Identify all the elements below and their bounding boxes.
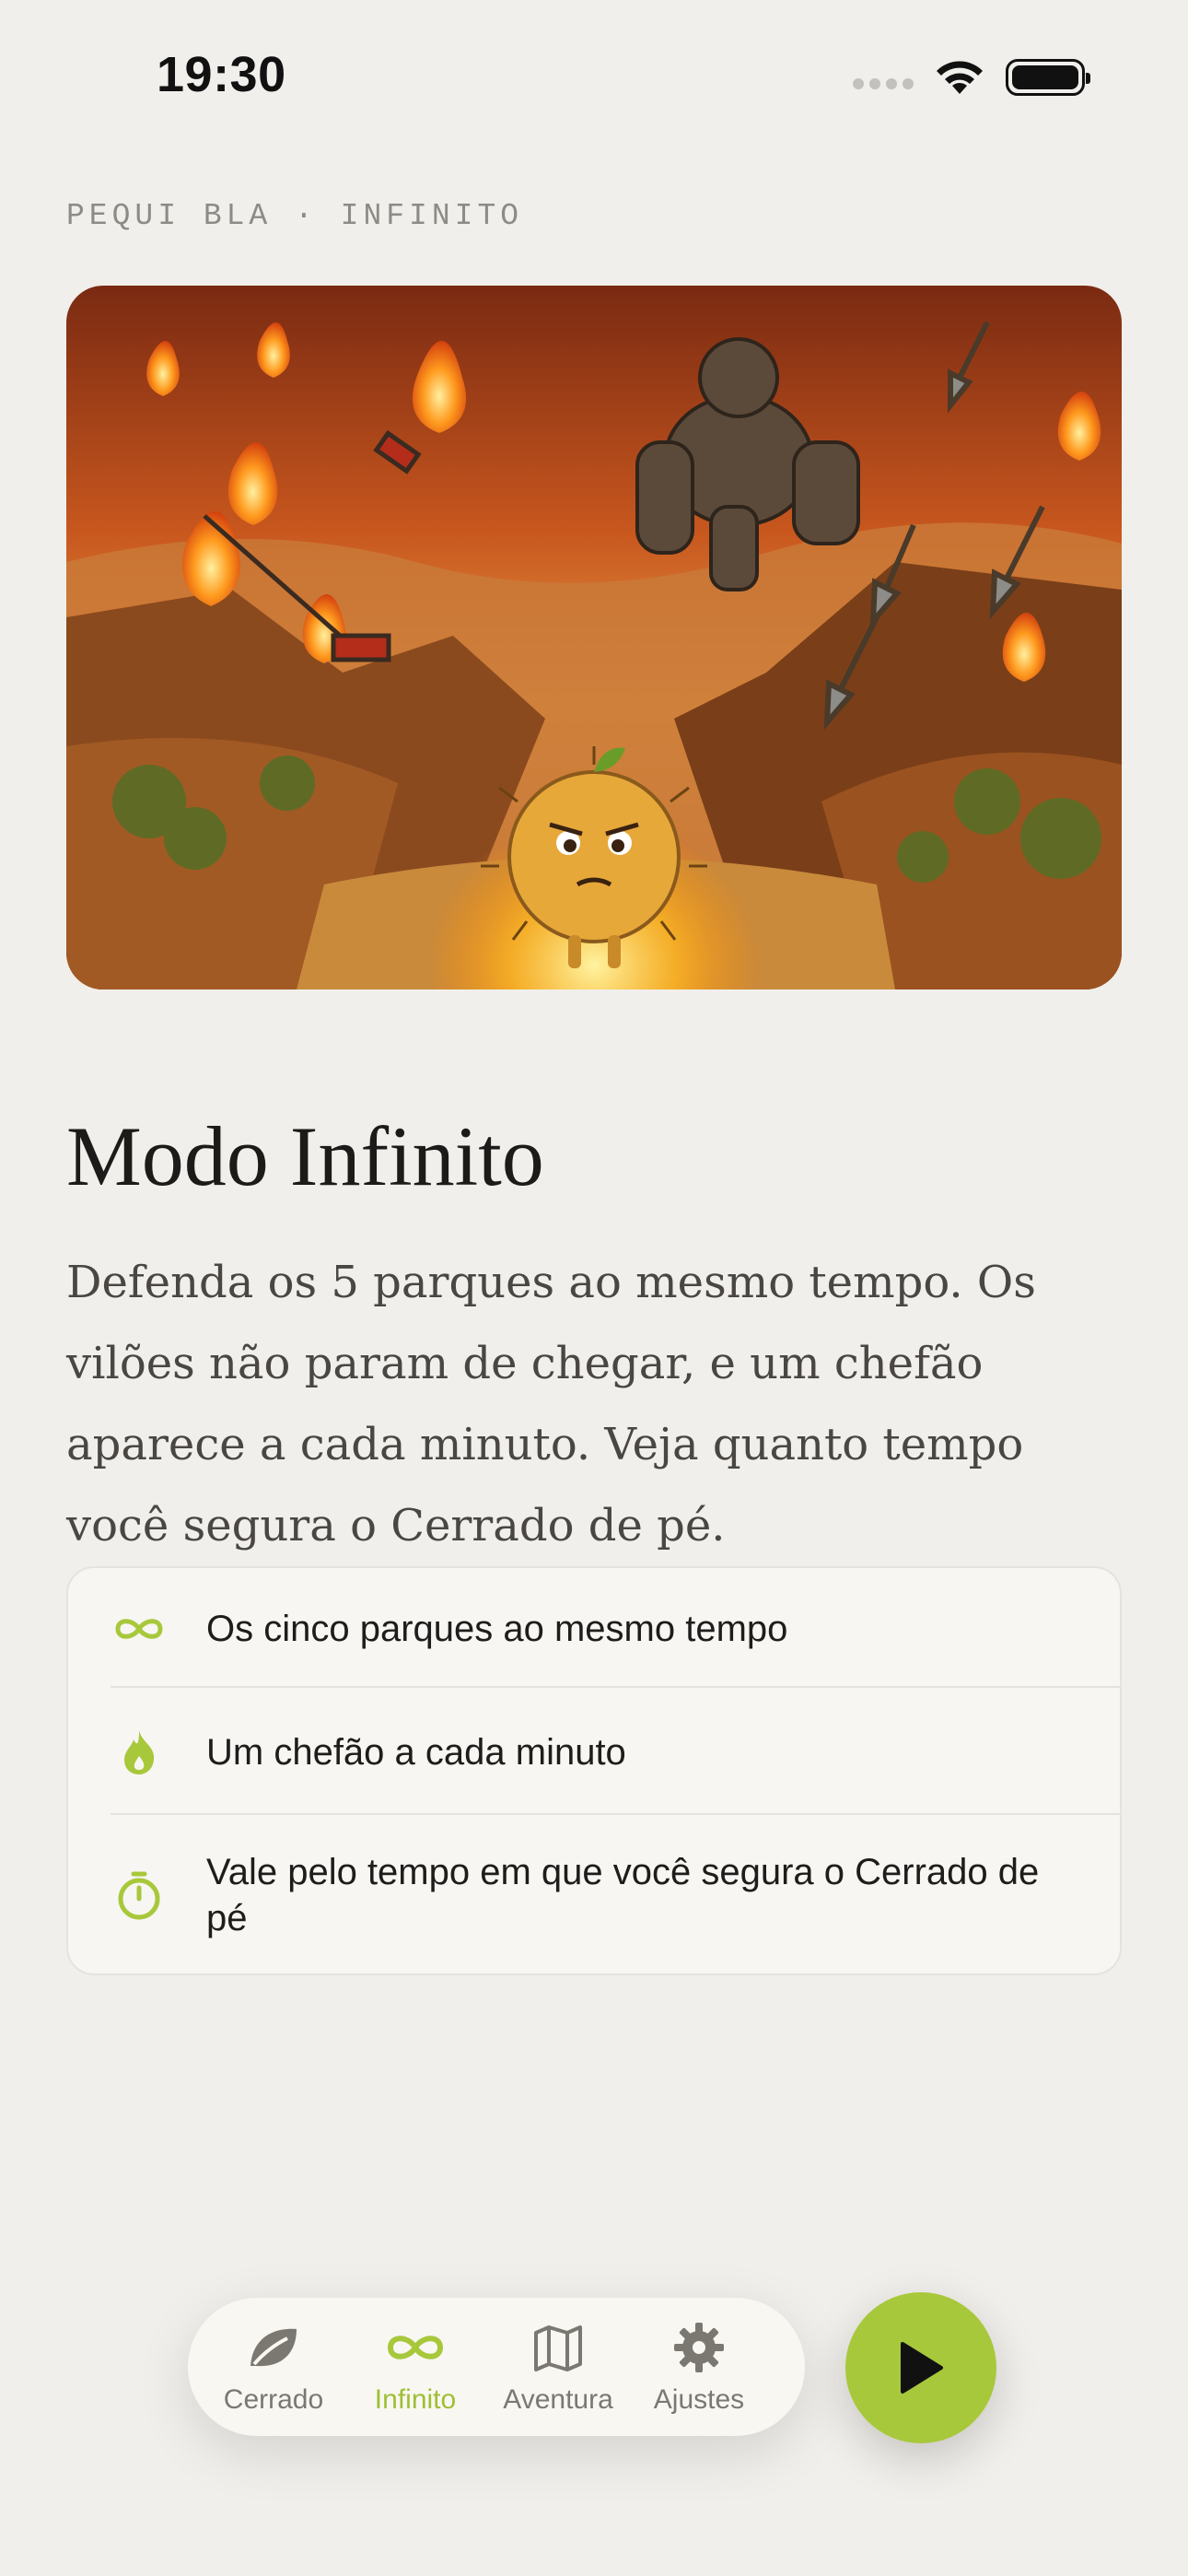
- tab-infinito[interactable]: Infinito: [346, 2318, 484, 2416]
- tab-label: Aventura: [503, 2384, 613, 2415]
- infinity-icon: [109, 1598, 169, 1659]
- tab-ajustes[interactable]: Ajustes: [630, 2318, 768, 2416]
- feature-text: Vale pelo tempo em que você segura o Cer…: [206, 1852, 1040, 1938]
- wifi-icon: [937, 61, 983, 94]
- feature-item: Vale pelo tempo em que você segura o Cer…: [68, 1844, 1120, 1946]
- tab-label: Infinito: [374, 2384, 457, 2415]
- infinity-icon: [346, 2318, 484, 2377]
- mode-description: Defenda os 5 parques ao mesmo tempo. Os …: [66, 1257, 1036, 1551]
- feature-text: Os cinco parques ao mesmo tempo: [206, 1609, 788, 1649]
- tab-label: Cerrado: [223, 2384, 324, 2415]
- leaf-icon: [204, 2318, 343, 2377]
- feature-text: Um chefão a cada minuto: [206, 1732, 626, 1773]
- gear-icon: [630, 2318, 768, 2377]
- status-time: 19:30: [157, 47, 286, 102]
- page-title: Modo Infinito: [66, 1108, 544, 1203]
- feature-item: Os cinco parques ao mesmo tempo: [68, 1592, 1120, 1666]
- tab-label: Ajustes: [653, 2384, 745, 2415]
- section-eyebrow: PEQUI BLA · INFINITO: [66, 199, 524, 233]
- hero-illustration: [66, 286, 1122, 989]
- map-icon: [489, 2318, 627, 2377]
- play-icon: [901, 2342, 943, 2394]
- cellular-signal-icon: [853, 78, 914, 89]
- status-icons: [853, 57, 1090, 98]
- battery-icon: [1006, 59, 1090, 96]
- bottom-tab-bar: Cerrado Infinito Aventura Ajustes: [188, 2298, 805, 2436]
- feature-item: Um chefão a cada minuto: [68, 1715, 1120, 1789]
- flame-icon: [109, 1722, 169, 1783]
- divider: [111, 1813, 1120, 1815]
- play-button[interactable]: [845, 2292, 996, 2443]
- tab-aventura[interactable]: Aventura: [489, 2318, 627, 2416]
- features-card: Os cinco parques ao mesmo tempo Um chefã…: [66, 1566, 1122, 1975]
- tab-cerrado[interactable]: Cerrado: [204, 2318, 343, 2416]
- stopwatch-icon: [109, 1865, 169, 1926]
- divider: [111, 1686, 1120, 1688]
